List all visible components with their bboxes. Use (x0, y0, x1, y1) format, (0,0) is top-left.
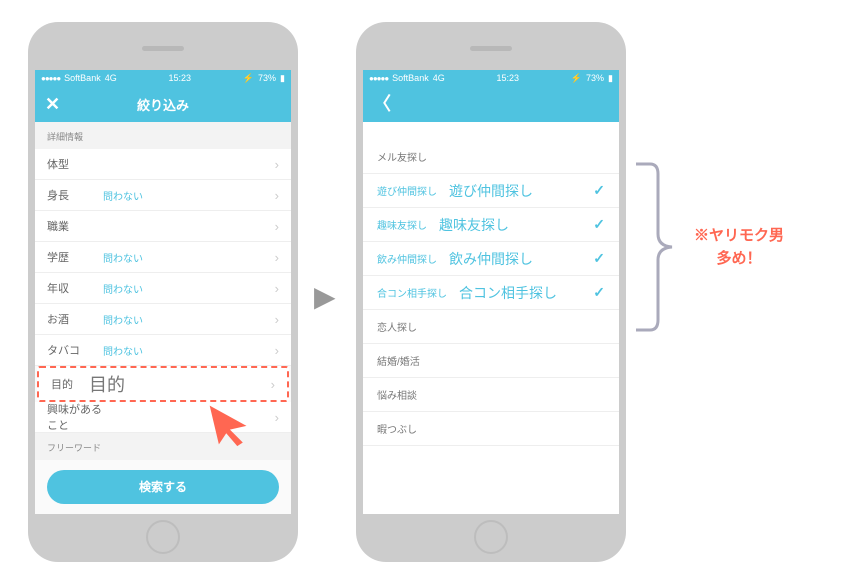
check-icon: ✓ (593, 250, 605, 267)
home-button (474, 520, 508, 554)
check-icon: ✓ (593, 216, 605, 233)
option-row-遊び仲間探し[interactable]: 遊び仲間探し遊び仲間探し ✓ (363, 174, 619, 208)
option-overlay: 飲み仲間探し (449, 249, 533, 269)
battery-icon: ▮ (608, 73, 613, 84)
row-label: 学歴 (47, 249, 103, 265)
option-label: 恋人探し (377, 319, 417, 334)
row-label: タバコ (47, 342, 103, 358)
row-label: 興味があること (47, 401, 103, 433)
chevron-right-icon: › (275, 410, 279, 425)
check-icon: ✓ (593, 182, 605, 199)
screen-left: ●●●●● SoftBank 4G 15:23 ⚡ 73% ▮ ✕ 絞り込み 詳… (35, 70, 291, 514)
option-row-暇つぶし[interactable]: 暇つぶし (363, 412, 619, 446)
option-overlay: 遊び仲間探し (449, 181, 533, 201)
option-row-飲み仲間探し[interactable]: 飲み仲間探し飲み仲間探し ✓ (363, 242, 619, 276)
filter-row-年収[interactable]: 年収問わない › (35, 273, 291, 304)
chevron-right-icon: › (275, 219, 279, 234)
option-overlay: 趣味友探し (439, 215, 509, 235)
chevron-right-icon: › (275, 250, 279, 265)
option-label: 趣味友探し (377, 217, 427, 232)
filter-row-タバコ[interactable]: タバコ問わない › (35, 335, 291, 366)
network-label: 4G (433, 73, 445, 83)
check-icon: ✓ (593, 284, 605, 301)
annotation-line2: 多め！ (717, 250, 762, 267)
option-row-趣味友探し[interactable]: 趣味友探し趣味友探し ✓ (363, 208, 619, 242)
option-label: 合コン相手探し (377, 285, 447, 300)
status-bar: ●●●●● SoftBank 4G 15:23 ⚡ 73% ▮ (363, 70, 619, 86)
annotation-line1: ※ヤリモク男 (694, 227, 784, 244)
carrier-label: SoftBank (64, 73, 101, 83)
nav-bar: ✕ 絞り込み (35, 86, 291, 122)
filter-row-興味があること[interactable]: 興味があること › (35, 402, 291, 433)
home-button (146, 520, 180, 554)
nav-bar: 〈 (363, 86, 619, 122)
row-value: 問わない (103, 250, 143, 265)
close-button[interactable]: ✕ (45, 95, 60, 113)
row-label: お酒 (47, 311, 103, 327)
network-label: 4G (105, 73, 117, 83)
bluetooth-icon: ⚡ (571, 73, 582, 84)
row-value: 問わない (103, 281, 143, 296)
battery-label: 73% (258, 73, 276, 83)
filter-row-職業[interactable]: 職業 › (35, 211, 291, 242)
battery-icon: ▮ (280, 73, 285, 84)
row-label: 体型 (47, 156, 103, 172)
bracket-icon (632, 162, 692, 332)
option-row-恋人探し[interactable]: 恋人探し (363, 310, 619, 344)
transition-arrow-icon: ▶ (314, 280, 336, 313)
annotation-text: ※ヤリモク男 多め！ (694, 225, 784, 270)
phone-frame-right: ●●●●● SoftBank 4G 15:23 ⚡ 73% ▮ 〈 メル友探し遊… (356, 22, 626, 562)
section-detail-label: 詳細情報 (35, 122, 291, 149)
filter-row-目的[interactable]: 目的目的› (37, 366, 289, 402)
filter-content: 詳細情報 体型›身長問わない›職業›学歴問わない›年収問わない›お酒問わない›タ… (35, 122, 291, 514)
screen-right: ●●●●● SoftBank 4G 15:23 ⚡ 73% ▮ 〈 メル友探し遊… (363, 70, 619, 514)
phone-frame-left: ●●●●● SoftBank 4G 15:23 ⚡ 73% ▮ ✕ 絞り込み 詳… (28, 22, 298, 562)
row-value: 問わない (103, 343, 143, 358)
option-label: 結婚/婚活 (377, 353, 420, 368)
option-label: 暇つぶし (377, 421, 417, 436)
signal-dots-icon: ●●●●● (41, 74, 60, 83)
back-button[interactable]: 〈 (373, 95, 391, 113)
filter-row-身長[interactable]: 身長問わない › (35, 180, 291, 211)
filter-row-お酒[interactable]: お酒問わない › (35, 304, 291, 335)
clock: 15:23 (497, 73, 520, 83)
row-label: 職業 (47, 218, 103, 234)
row-label: 年収 (47, 280, 103, 296)
option-label: 悩み相談 (377, 387, 417, 402)
option-label: メル友探し (377, 149, 427, 164)
row-value: 問わない (103, 188, 143, 203)
option-label: 遊び仲間探し (377, 183, 437, 198)
signal-dots-icon: ●●●●● (369, 74, 388, 83)
options-content: メル友探し遊び仲間探し遊び仲間探し✓趣味友探し趣味友探し✓飲み仲間探し飲み仲間探… (363, 122, 619, 514)
chevron-right-icon: › (271, 377, 275, 392)
filter-row-体型[interactable]: 体型 › (35, 149, 291, 180)
option-row-悩み相談[interactable]: 悩み相談 (363, 378, 619, 412)
status-bar: ●●●●● SoftBank 4G 15:23 ⚡ 73% ▮ (35, 70, 291, 86)
chevron-right-icon: › (275, 312, 279, 327)
chevron-right-icon: › (275, 188, 279, 203)
chevron-right-icon: › (275, 157, 279, 172)
row-highlight-overlay: 目的 (89, 371, 125, 397)
battery-label: 73% (586, 73, 604, 83)
row-label: 身長 (47, 187, 103, 203)
section-freeword-label: フリーワード (35, 433, 291, 460)
chevron-right-icon: › (275, 281, 279, 296)
phone-speaker (142, 46, 184, 51)
row-value: 問わない (103, 312, 143, 327)
bluetooth-icon: ⚡ (243, 73, 254, 84)
carrier-label: SoftBank (392, 73, 429, 83)
chevron-right-icon: › (275, 343, 279, 358)
search-button[interactable]: 検索する (47, 470, 279, 504)
clock: 15:23 (169, 73, 192, 83)
option-overlay: 合コン相手探し (459, 283, 557, 303)
option-label: 飲み仲間探し (377, 251, 437, 266)
option-row-合コン相手探し[interactable]: 合コン相手探し合コン相手探し ✓ (363, 276, 619, 310)
nav-title: 絞り込み (137, 95, 189, 114)
option-row-結婚/婚活[interactable]: 結婚/婚活 (363, 344, 619, 378)
filter-row-学歴[interactable]: 学歴問わない › (35, 242, 291, 273)
option-row-メル友探し[interactable]: メル友探し (363, 140, 619, 174)
phone-speaker (470, 46, 512, 51)
